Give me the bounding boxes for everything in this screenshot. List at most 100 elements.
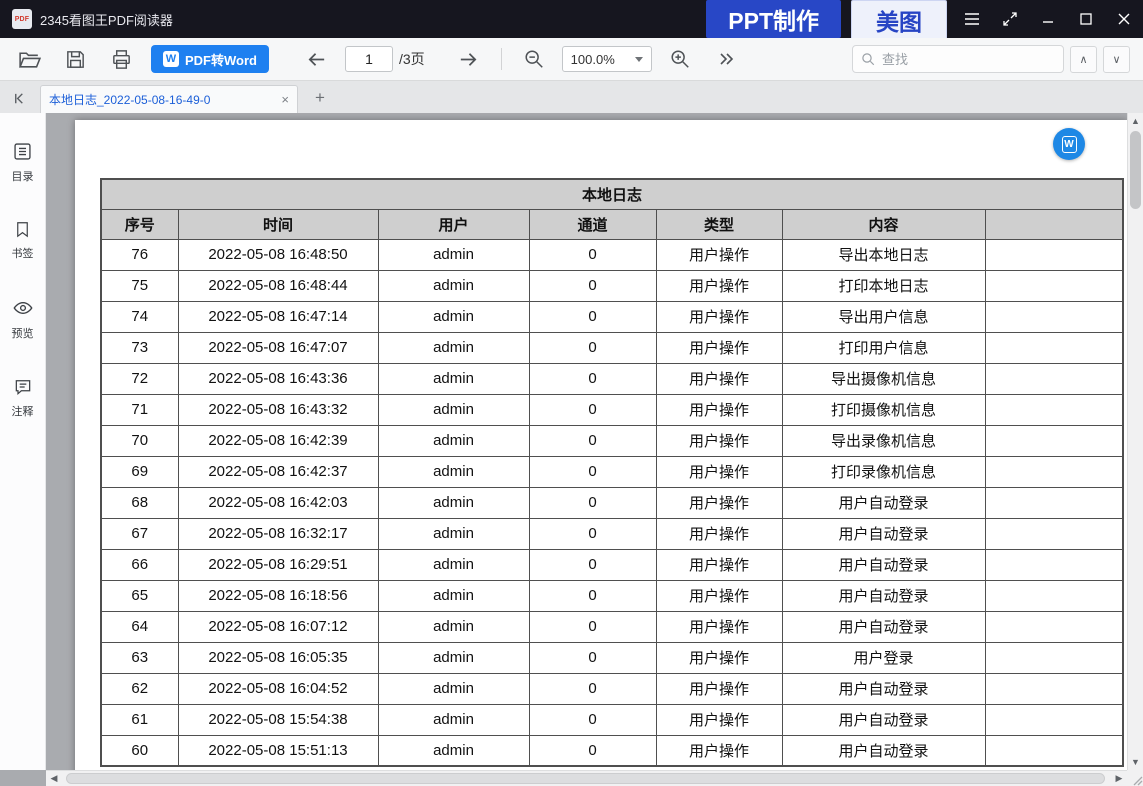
log-row: 642022-05-08 16:07:12admin0用户操作用户自动登录 [101, 611, 1123, 642]
scroll-right-icon[interactable]: ▶ [1111, 771, 1127, 786]
log-cell: 2022-05-08 16:42:37 [178, 456, 378, 487]
log-cell: 74 [101, 301, 178, 332]
search-box [852, 45, 1064, 73]
tab-close-icon[interactable]: × [281, 92, 289, 107]
sidebar-item-annotation[interactable]: 注释 [12, 377, 34, 419]
ppt-maker-button[interactable]: PPT制作 [706, 0, 841, 38]
scroll-left-icon[interactable]: ◀ [46, 771, 62, 786]
log-cell: admin [378, 611, 529, 642]
log-cell: 0 [529, 642, 656, 673]
vertical-scroll-thumb[interactable] [1130, 131, 1141, 209]
column-header: 时间 [178, 209, 378, 239]
sidebar-item-preview[interactable]: 预览 [12, 297, 34, 341]
log-cell: admin [378, 301, 529, 332]
log-cell: 用户登录 [782, 642, 985, 673]
close-button[interactable] [1105, 0, 1143, 38]
log-cell: 0 [529, 735, 656, 766]
log-cell: admin [378, 394, 529, 425]
chevron-down-icon [635, 57, 643, 62]
log-cell: admin [378, 580, 529, 611]
save-button[interactable] [59, 43, 91, 75]
log-row: 722022-05-08 16:43:36admin0用户操作导出摄像机信息 [101, 363, 1123, 394]
zoom-out-button[interactable] [518, 43, 550, 75]
window-controls [953, 0, 1143, 38]
log-cell [985, 549, 1123, 580]
zoom-level-dropdown[interactable]: 100.0% [562, 46, 652, 72]
vertical-scrollbar[interactable]: ▲ ▼ [1127, 113, 1143, 770]
print-button[interactable] [105, 43, 137, 75]
meitu-button[interactable]: 美图 [851, 0, 947, 38]
log-cell [985, 270, 1123, 301]
horizontal-scroll-thumb[interactable] [66, 773, 1105, 784]
log-cell [985, 394, 1123, 425]
log-cell: admin [378, 518, 529, 549]
log-cell: 0 [529, 363, 656, 394]
sidebar: 目录 书签 预览 注释 [0, 113, 46, 770]
log-cell: 75 [101, 270, 178, 301]
document-viewport[interactable]: W 本地日志 序号 时间 用户 通道 类型 内容 [46, 113, 1127, 770]
maximize-button[interactable] [1067, 0, 1105, 38]
toolbar: W PDF转Word /3页 100.0% [0, 38, 1143, 81]
resize-grip[interactable] [1127, 770, 1143, 786]
sidebar-item-toc[interactable]: 目录 [12, 141, 34, 184]
log-cell [985, 611, 1123, 642]
next-page-button[interactable] [453, 43, 485, 75]
scroll-down-icon[interactable]: ▼ [1128, 754, 1143, 770]
log-row: 632022-05-08 16:05:35admin0用户操作用户登录 [101, 642, 1123, 673]
menu-button[interactable] [953, 0, 991, 38]
horizontal-scrollbar[interactable]: ◀ ▶ [46, 770, 1127, 786]
log-row: 652022-05-08 16:18:56admin0用户操作用户自动登录 [101, 580, 1123, 611]
log-cell: 导出本地日志 [782, 239, 985, 270]
promo-buttons: PPT制作 美图 [706, 0, 947, 38]
new-tab-button[interactable]: + [310, 88, 330, 108]
column-header [985, 209, 1123, 239]
find-previous-button[interactable]: ∧ [1070, 46, 1097, 73]
log-cell: 用户操作 [656, 580, 782, 611]
collapse-sidebar-button[interactable] [8, 87, 30, 109]
log-cell: admin [378, 487, 529, 518]
log-cell: 2022-05-08 16:18:56 [178, 580, 378, 611]
eye-icon [12, 297, 34, 319]
log-cell: 2022-05-08 16:47:14 [178, 301, 378, 332]
log-cell: 用户自动登录 [782, 704, 985, 735]
log-cell: 0 [529, 239, 656, 270]
log-cell: 61 [101, 704, 178, 735]
fullscreen-button[interactable] [991, 0, 1029, 38]
open-file-button[interactable] [13, 43, 45, 75]
log-cell: 70 [101, 425, 178, 456]
log-cell: 导出摄像机信息 [782, 363, 985, 394]
column-header: 类型 [656, 209, 782, 239]
log-cell: 2022-05-08 16:04:52 [178, 673, 378, 704]
log-cell [985, 642, 1123, 673]
scroll-up-icon[interactable]: ▲ [1128, 113, 1143, 129]
bookmark-icon [13, 220, 32, 239]
page-number-input[interactable] [345, 46, 393, 72]
toc-icon [12, 141, 33, 162]
tab-bar: 本地日志_2022-05-08-16-49-0 × + [0, 81, 1143, 113]
minimize-button[interactable] [1029, 0, 1067, 38]
log-cell: 0 [529, 580, 656, 611]
more-tools-button[interactable] [710, 43, 742, 75]
log-cell: admin [378, 549, 529, 580]
log-cell: 用户操作 [656, 332, 782, 363]
log-cell: admin [378, 456, 529, 487]
log-cell: admin [378, 642, 529, 673]
pdf-to-word-button[interactable]: W PDF转Word [151, 45, 269, 73]
log-cell: 用户操作 [656, 704, 782, 735]
pdf-to-word-float-button[interactable]: W [1053, 128, 1085, 160]
log-cell: 0 [529, 611, 656, 642]
previous-page-button[interactable] [301, 43, 333, 75]
log-cell [985, 518, 1123, 549]
find-next-button[interactable]: ∨ [1103, 46, 1130, 73]
sidebar-item-bookmark[interactable]: 书签 [12, 220, 34, 261]
column-header: 用户 [378, 209, 529, 239]
document-tab[interactable]: 本地日志_2022-05-08-16-49-0 × [40, 85, 298, 113]
log-cell: 打印摄像机信息 [782, 394, 985, 425]
log-cell: 65 [101, 580, 178, 611]
log-cell: 68 [101, 487, 178, 518]
zoom-in-button[interactable] [664, 43, 696, 75]
search-input[interactable] [882, 52, 1042, 67]
log-cell: 0 [529, 518, 656, 549]
log-row: 612022-05-08 15:54:38admin0用户操作用户自动登录 [101, 704, 1123, 735]
log-cell: 用户自动登录 [782, 549, 985, 580]
